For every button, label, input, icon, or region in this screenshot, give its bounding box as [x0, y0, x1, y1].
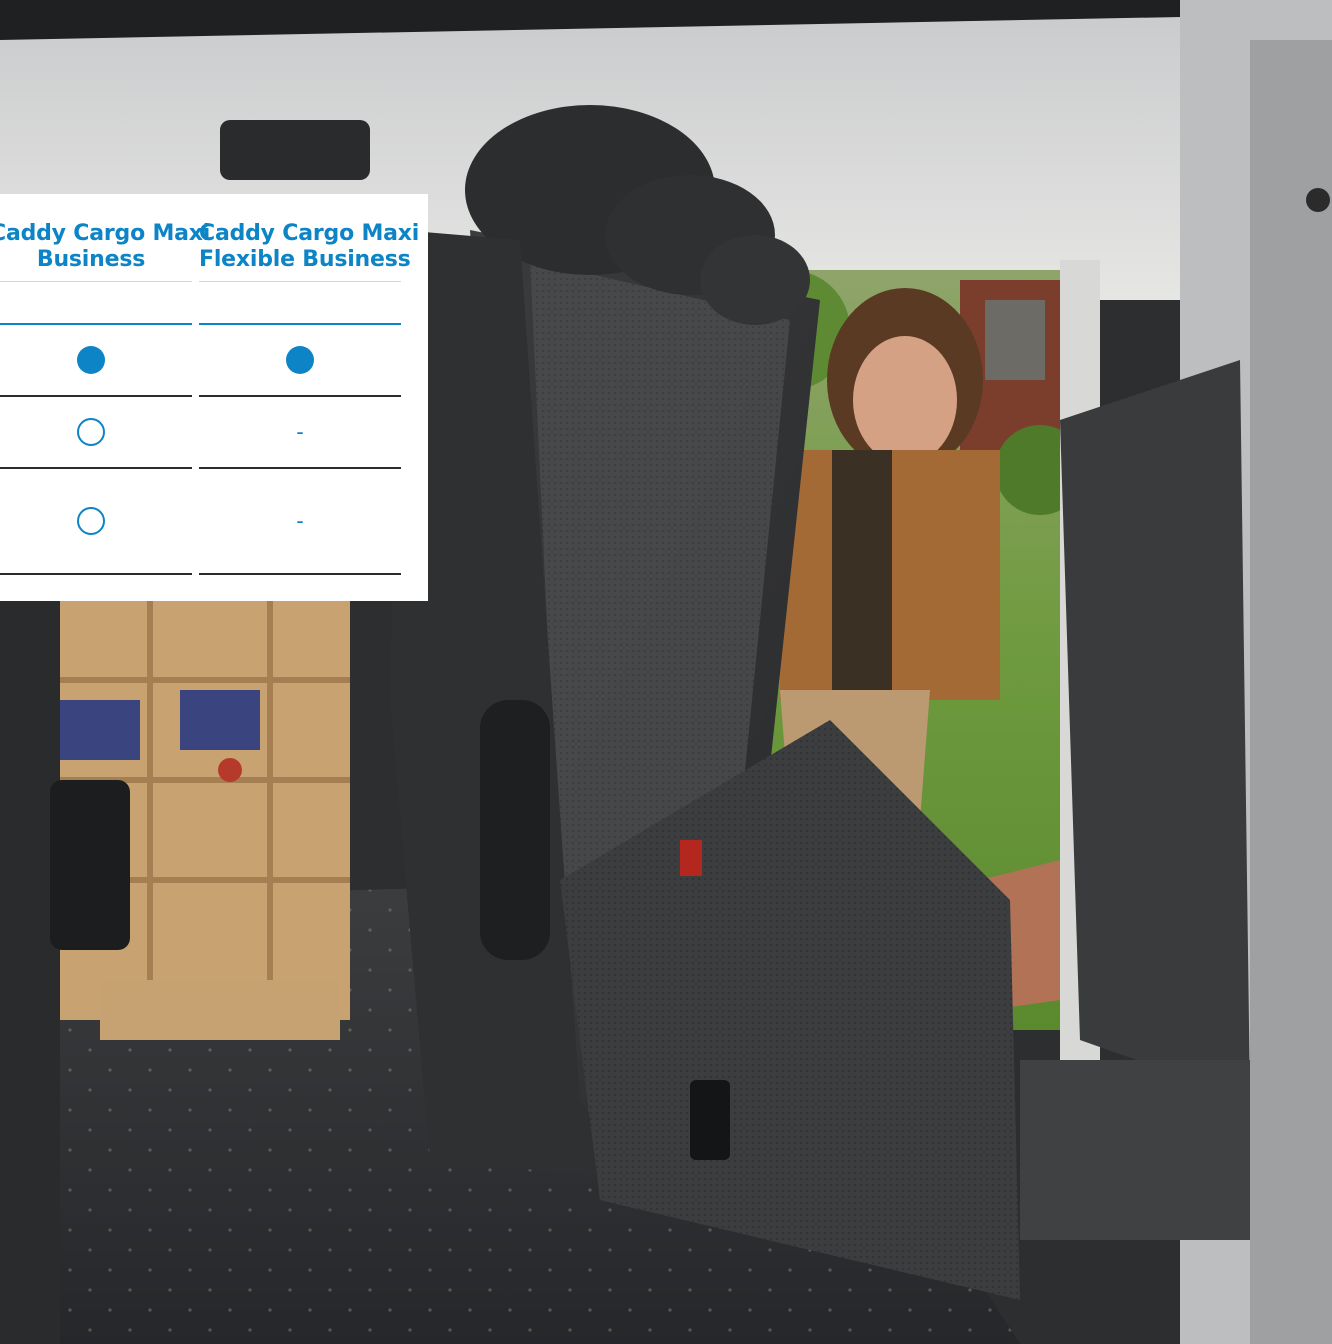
table-cell: - — [199, 469, 401, 575]
column-title-line-1: Caddy Cargo Maxi — [199, 221, 420, 246]
not-available-dash: - — [296, 419, 304, 444]
filled-circle-icon — [286, 346, 314, 374]
header-divider — [0, 282, 192, 325]
column-title-line-1: Caddy Cargo Maxi — [0, 221, 211, 246]
column-title-line-2: Business — [36, 247, 146, 272]
table-cell: - — [199, 397, 401, 469]
column-title-line-2: Flexible Business — [199, 247, 411, 272]
column-header: Caddy Cargo Maxi Flexible Business — [199, 194, 420, 282]
column-header: Caddy Cargo Maxi Business — [0, 194, 211, 282]
table-cell — [199, 325, 401, 397]
header-divider — [199, 282, 401, 325]
column-flexible-business: Caddy Cargo Maxi Flexible Business - - — [199, 194, 420, 575]
spec-table: Caddy Cargo Maxi Business Caddy Cargo Ma… — [0, 194, 428, 601]
outline-circle-icon — [77, 418, 105, 446]
not-available-dash: - — [296, 508, 304, 533]
table-cell — [0, 397, 192, 469]
filled-circle-icon — [77, 346, 105, 374]
page: Caddy Cargo Maxi Business Caddy Cargo Ma… — [0, 0, 1332, 1344]
table-cell — [0, 325, 192, 397]
column-business: Caddy Cargo Maxi Business — [0, 194, 211, 575]
outline-circle-icon — [77, 507, 105, 535]
table-cell — [0, 469, 192, 575]
